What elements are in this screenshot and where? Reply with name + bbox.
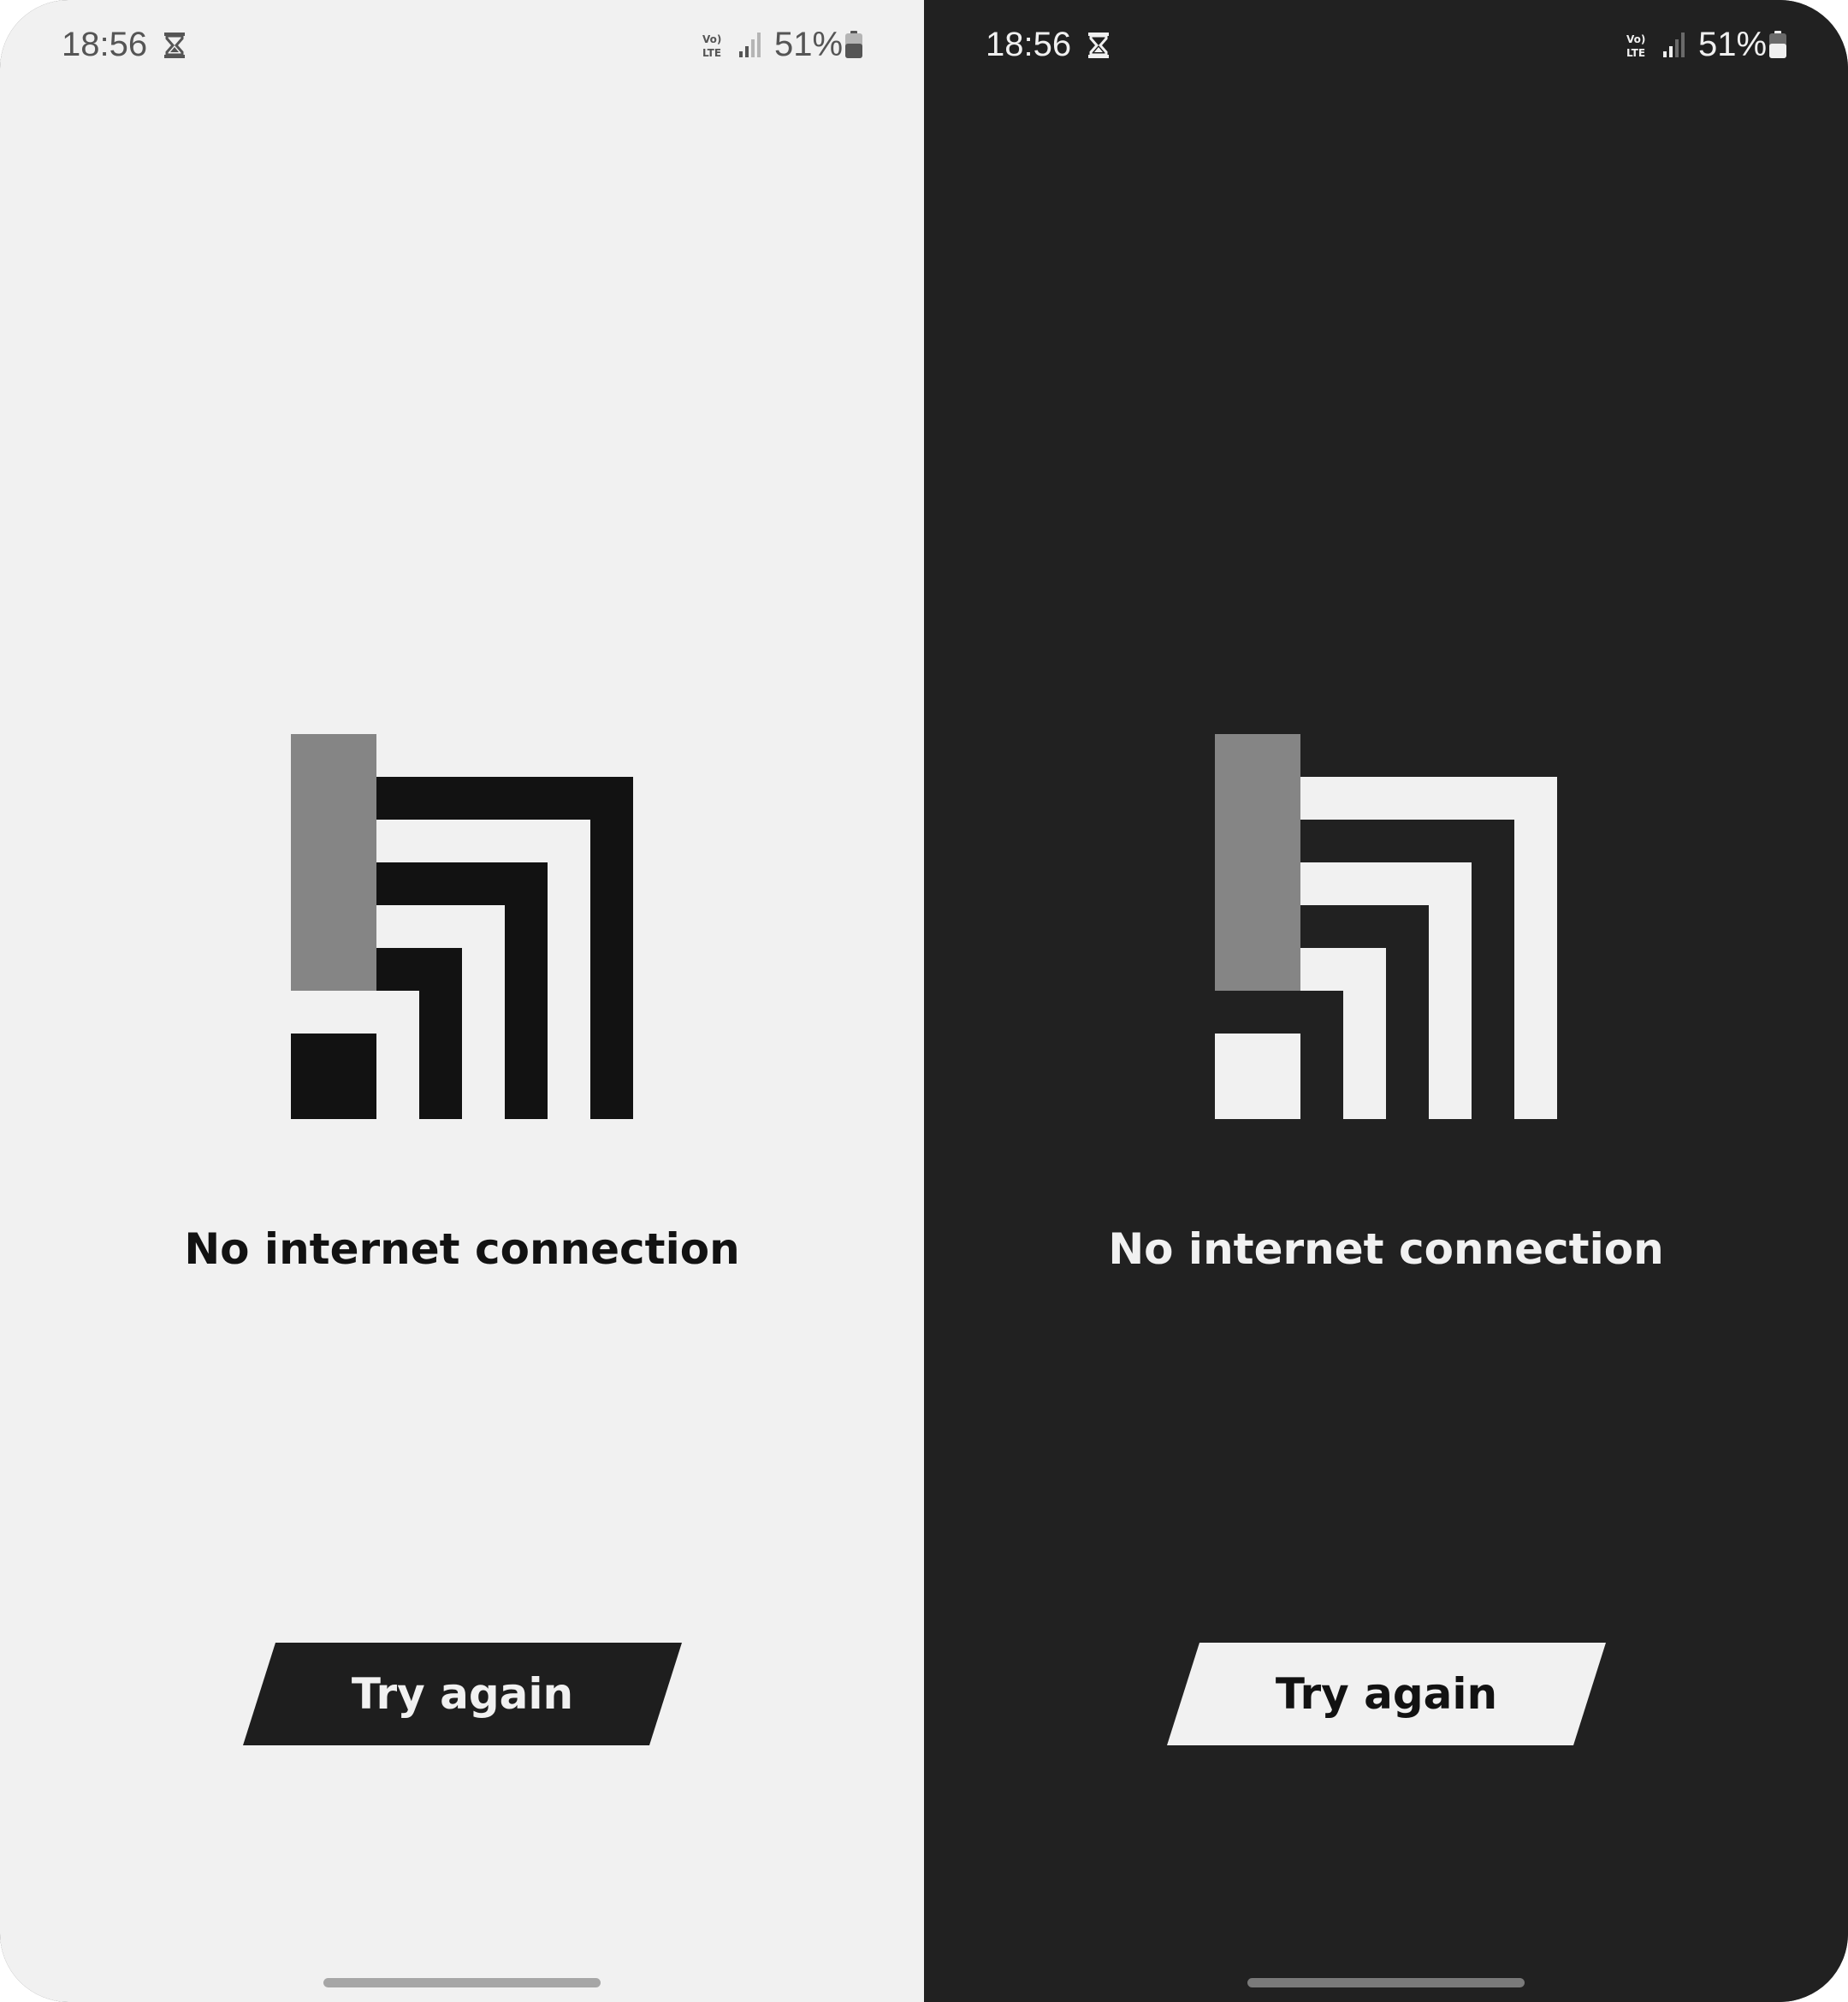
- comparison-frame: 18:56 Vo) LTE 51% No internet connection…: [0, 0, 1848, 2002]
- status-time: 18:56: [62, 26, 148, 63]
- home-indicator[interactable]: [323, 1978, 601, 1987]
- volte-lte-icon: Vo) LTE: [1626, 32, 1651, 59]
- try-again-button[interactable]: Try again: [1167, 1643, 1606, 1745]
- light-theme-screen: 18:56 Vo) LTE 51% No internet connection…: [0, 0, 924, 2002]
- error-headline: No internet connection: [184, 1224, 740, 1274]
- dark-theme-screen: 18:56 Vo) LTE 51% No internet connection…: [924, 0, 1848, 2002]
- try-again-label: Try again: [351, 1669, 574, 1719]
- no-internet-icon: [291, 734, 633, 1119]
- volte-lte-icon: Vo) LTE: [702, 32, 727, 59]
- hourglass-icon: [163, 32, 186, 59]
- battery-icon: [845, 31, 862, 58]
- status-bar: 18:56 Vo) LTE 51%: [0, 0, 924, 94]
- try-again-label: Try again: [1275, 1669, 1498, 1719]
- status-time: 18:56: [986, 26, 1072, 63]
- error-headline: No internet connection: [1108, 1224, 1664, 1274]
- no-internet-icon: [1215, 734, 1557, 1119]
- hourglass-icon: [1087, 32, 1110, 59]
- try-again-button[interactable]: Try again: [243, 1643, 682, 1745]
- signal-strength-icon: [1661, 31, 1687, 58]
- battery-percent: 51%: [1698, 26, 1768, 63]
- battery-icon: [1769, 31, 1786, 58]
- status-bar: 18:56 Vo) LTE 51%: [924, 0, 1848, 94]
- battery-percent: 51%: [774, 26, 844, 63]
- svg-text:Vo): Vo): [1626, 33, 1645, 45]
- svg-text:Vo): Vo): [702, 33, 721, 45]
- home-indicator[interactable]: [1247, 1978, 1525, 1987]
- svg-text:LTE: LTE: [702, 47, 721, 59]
- signal-strength-icon: [737, 31, 763, 58]
- svg-text:LTE: LTE: [1626, 47, 1645, 59]
